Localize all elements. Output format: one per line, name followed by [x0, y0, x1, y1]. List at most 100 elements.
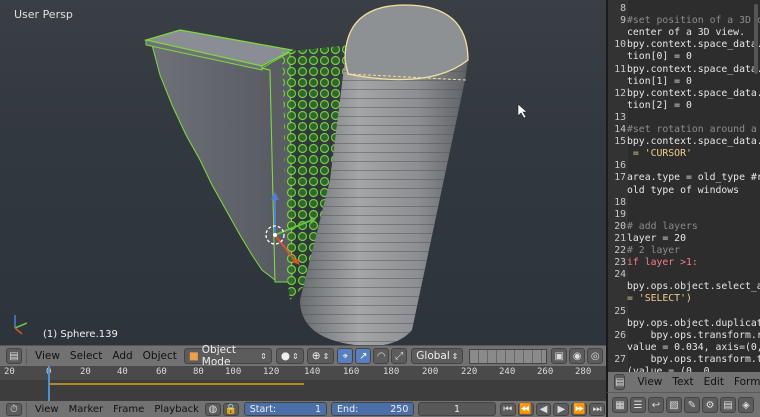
menu-frame[interactable]: Frame — [108, 401, 149, 417]
plugin-icon[interactable]: ◈ — [738, 397, 754, 413]
frame-ruler[interactable]: 20 0 20 40 60 80 100 120 140 160 180 200… — [0, 366, 606, 380]
menu-view[interactable]: View — [632, 374, 667, 391]
code-line[interactable]: tion[1] = 0 — [627, 76, 692, 87]
code-line[interactable]: #set rotation around a 3d — [627, 124, 760, 135]
line-numbers-icon[interactable]: ☰ — [630, 397, 646, 413]
camera-icon[interactable]: ◎ — [587, 348, 604, 364]
text-editor-type-icon[interactable]: ▤ — [614, 374, 626, 390]
code-line[interactable]: # 2 layer — [627, 245, 680, 256]
code-line[interactable]: # add layers — [627, 221, 698, 232]
word-wrap-icon[interactable]: ↩ — [648, 397, 664, 413]
shading-dropdown[interactable]: ● ⇕ — [275, 348, 304, 364]
layer-grid[interactable] — [469, 348, 548, 364]
divider — [26, 348, 27, 364]
menu-object[interactable]: Object — [138, 348, 182, 365]
pivot-dropdown[interactable]: ⊕ ⇕ — [306, 348, 335, 364]
menu-marker[interactable]: Marker — [64, 401, 109, 417]
code-line[interactable]: bpy.context.space_data.pi — [627, 136, 760, 147]
orientation-dropdown[interactable]: Global ⇕ — [411, 348, 464, 364]
mode-label: Object Mode — [201, 344, 236, 368]
end-frame-field[interactable]: End: 250 — [331, 402, 415, 416]
run-script-icon[interactable]: ⚙ — [702, 397, 718, 413]
code-line[interactable]: = 'SELECT') — [627, 293, 692, 304]
render-preview-icon[interactable]: ◉ — [569, 348, 586, 364]
lock-icon[interactable]: 🔒 — [222, 402, 239, 416]
divider — [25, 401, 27, 417]
line-number: 21 — [614, 232, 626, 244]
scene-render — [14, 4, 528, 345]
start-frame-field[interactable]: Start: 1 — [243, 402, 328, 416]
text-editor[interactable]: 8 9 #set position of a 3D cu center of a 3D… — [606, 0, 760, 372]
editor-scrollbar[interactable] — [754, 4, 758, 74]
code-line[interactable]: bpy.ops.transform.tra — [627, 354, 760, 365]
menu-select[interactable]: Select — [65, 348, 107, 365]
menu-view[interactable]: View — [30, 401, 64, 417]
code-line[interactable]: bpy.ops.transform.rot — [627, 330, 760, 341]
jump-start-icon[interactable]: ⏮ — [499, 402, 516, 416]
lock-icon[interactable]: ▣ — [551, 348, 568, 364]
line-number: 24 — [614, 269, 626, 281]
tick-label: 140 — [304, 367, 321, 377]
code-line[interactable]: bpy.ops.object.duplicate_ — [627, 318, 760, 329]
current-frame-indicator[interactable] — [48, 366, 50, 401]
mode-dropdown[interactable]: ■ Object Mode ⇕ — [183, 344, 272, 368]
text-editor-header: ▤ View Text Edit Form — [606, 372, 760, 392]
viewport-header: ▤ View Select Add Object ■ Object Mode ⇕… — [0, 344, 606, 368]
line-number: 23 — [614, 257, 626, 269]
line-number: 10 — [614, 39, 626, 51]
manipulator-toggle-icon[interactable]: ⌖ — [337, 348, 354, 364]
line-number: 22 — [614, 245, 626, 256]
play-icon[interactable]: ▶ — [553, 402, 570, 416]
timeline-area[interactable]: 20 0 20 40 60 80 100 120 140 160 180 200… — [0, 366, 606, 401]
menu-view[interactable]: View — [30, 348, 65, 365]
end-label: End: — [337, 403, 359, 415]
current-frame-field[interactable]: 1 — [418, 402, 496, 416]
timeline-editor-type-icon[interactable]: ⏱ — [6, 402, 22, 416]
editor-type-icon[interactable]: ▤ — [6, 348, 22, 364]
tick-label: 180 — [383, 367, 400, 377]
line-number: 27 — [614, 353, 626, 365]
timeline-header: ⏱ View Marker Frame Playback ◍ 🔒 Start: … — [0, 401, 606, 417]
line-number: 25 — [614, 305, 626, 317]
menu-text[interactable]: Text — [667, 374, 698, 391]
code-line[interactable]: bpy.ops.object.select_all — [627, 281, 760, 292]
code-line[interactable]: bpy.context.space_data.cu — [627, 64, 760, 75]
next-keyframe-icon[interactable]: ⏩ — [571, 402, 588, 416]
code-line[interactable]: old type of windows — [627, 185, 739, 196]
line-number: 16 — [614, 160, 626, 172]
code-line[interactable]: #set position of a 3D cu — [627, 15, 760, 26]
syntax-highlight-icon[interactable]: ▨ — [666, 397, 682, 413]
scale-manipulator-icon[interactable]: ⤢ — [391, 348, 408, 364]
play-reverse-icon[interactable]: ◀ — [535, 402, 552, 416]
live-edit-icon[interactable]: ✎ — [684, 397, 700, 413]
code-line[interactable]: bpy.context.space_data.cu — [627, 88, 760, 99]
jump-end-icon[interactable]: ⏭ — [589, 402, 606, 416]
rotate-manipulator-icon[interactable]: ◠ — [373, 348, 390, 364]
code-line[interactable]: bpy.context.space_data.cu — [627, 39, 760, 50]
dropdown-arrow-icon: ⇕ — [322, 351, 330, 361]
code-line[interactable]: tion[0] = 0 — [627, 51, 692, 62]
menu-playback[interactable]: Playback — [149, 401, 204, 417]
text-datablock-icon[interactable]: ▦ — [612, 397, 628, 413]
code-line[interactable]: tion[2] = 0 — [627, 100, 692, 111]
code-line[interactable]: layer = 20 — [627, 233, 686, 244]
code-line[interactable]: value = 0.034, axis=(0,0, — [627, 342, 760, 353]
tick-label: 120 — [263, 367, 280, 377]
code-line[interactable]: center of a 3D view. — [627, 27, 745, 38]
line-number: 9 — [620, 15, 626, 27]
axis-indicator-icon — [14, 315, 28, 335]
code-line[interactable]: if layer >1: — [627, 257, 698, 268]
prev-keyframe-icon[interactable]: ⏪ — [517, 402, 534, 416]
menu-add[interactable]: Add — [107, 348, 137, 365]
translate-manipulator-icon[interactable]: ↗ — [355, 348, 372, 364]
pivot-icon: ⊕ — [311, 350, 321, 362]
record-icon[interactable]: ◍ — [204, 402, 221, 416]
dropdown-arrow-icon: ⇕ — [260, 351, 267, 361]
menu-format[interactable]: Form — [729, 374, 760, 391]
code-line[interactable]: = 'CURSOR' — [627, 148, 692, 159]
menu-edit[interactable]: Edit — [699, 374, 729, 391]
frame-range-bar — [48, 383, 304, 385]
code-line[interactable]: area.type = old_type #ret — [627, 172, 760, 183]
register-icon[interactable]: ▤ — [720, 397, 736, 413]
3d-viewport[interactable]: User Persp (1) Sphere.139 — [0, 0, 606, 345]
